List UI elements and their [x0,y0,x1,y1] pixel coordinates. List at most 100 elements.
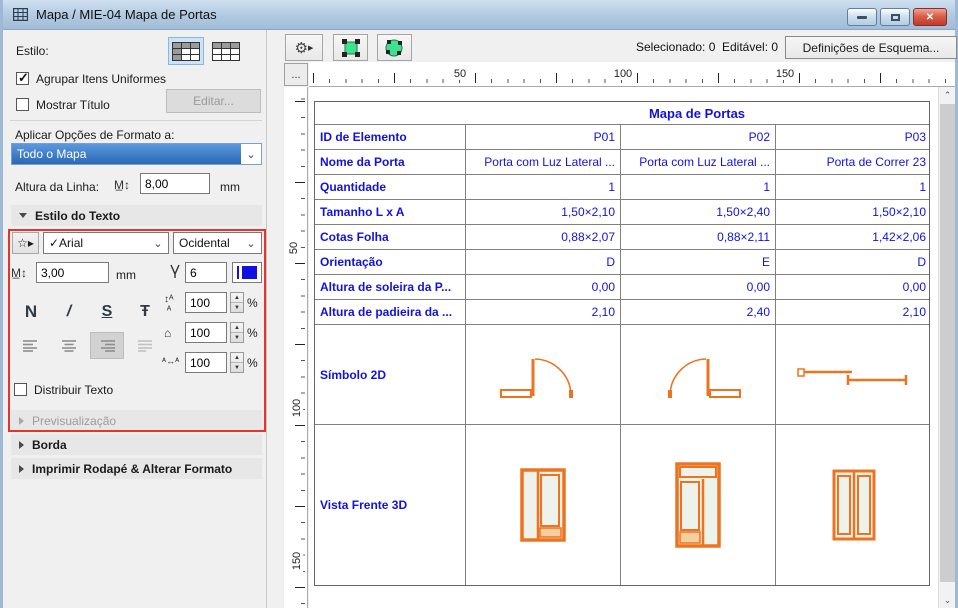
gear-icon: ⚙ [295,39,308,57]
group-uniform-label: Agrupar Itens Uniformes [36,72,166,86]
style-label: Estilo: [16,44,49,58]
font-size-input[interactable] [36,262,109,283]
width-factor-spinner[interactable]: ▲▼ [230,322,244,343]
vertical-scrollbar[interactable]: ⌃ ⌄ [938,87,955,608]
align-justify-button[interactable] [128,332,162,359]
checkbox-unchecked-icon [14,383,27,396]
align-right-button[interactable] [90,332,124,359]
door-swing-left-icon [648,346,748,404]
underline-button[interactable]: S [90,298,124,325]
width-factor-icon: ⌂ [164,326,171,340]
spin-down-icon[interactable]: ▼ [231,363,243,372]
border-section-header[interactable]: Borda [11,434,262,455]
font-family-dropdown[interactable]: ✓Arial ⌄ [43,232,169,254]
spin-up-icon[interactable]: ▲ [231,323,243,333]
select-element-button[interactable] [377,34,412,61]
panel-divider[interactable] [266,30,267,608]
row-label: Altura de padieira da ... [315,300,465,324]
checkbox-checked-icon [16,72,29,85]
cell-value: 1,50×2,40 [620,200,775,224]
tracking-input[interactable] [185,352,227,373]
edit-title-label: Editar... [193,94,234,108]
table-row: Altura de padieira da ... 2,10 2,40 2,10 [315,299,929,324]
row-height-unit: mm [220,180,250,194]
grid-style-1-icon [172,42,200,61]
row-height-input[interactable] [140,173,210,194]
distribute-text-checkbox[interactable]: Distribuir Texto [14,383,274,397]
chevron-down-icon: ⌄ [241,148,261,161]
scrollbar-thumb[interactable] [940,104,955,582]
italic-button[interactable]: / [52,298,86,325]
group-uniform-checkbox[interactable]: Agrupar Itens Uniformes [16,72,276,86]
minimize-button[interactable] [847,8,877,26]
spin-up-icon[interactable]: ▲ [231,353,243,363]
preview-section-header[interactable]: Previsualização [11,410,262,431]
front-view-p03 [775,425,931,585]
script-dropdown[interactable]: Ocidental ⌄ [173,232,262,254]
bold-button[interactable]: N [14,298,48,325]
edit-title-button[interactable]: Editar... [166,89,261,113]
text-style-section-label: Estilo do Texto [35,209,120,223]
h-ruler-label-50: 50 [452,68,468,80]
select-area-button[interactable] [333,34,368,61]
spin-down-icon[interactable]: ▼ [231,303,243,312]
favorites-button[interactable]: ☆▸ [12,232,39,254]
scroll-down-button[interactable]: ⌄ [940,592,955,608]
border-section-label: Borda [32,438,67,452]
cell-value: P03 [775,125,931,149]
spin-up-icon[interactable]: ▲ [231,293,243,303]
sliding-door-icon [794,361,914,389]
pen-color-bar [237,266,239,279]
align-right-icon [98,339,116,352]
cell-value: Porta com Luz Lateral ... [620,150,775,174]
text-style-highlight-frame [8,229,266,432]
settings-button[interactable]: ⚙ ▶ [285,34,323,61]
title-bar[interactable]: Mapa / MIE-04 Mapa de Portas ✕ [3,0,955,30]
cell-value: P02 [620,125,775,149]
marquee-circle-icon [385,39,404,57]
line-spacing-spinner[interactable]: ▲▼ [230,292,244,313]
table-row: Nome da Porta Porta com Luz Lateral ... … [315,149,929,174]
chevron-up-icon: ⌃ [944,90,952,101]
tracking-spinner[interactable]: ▲▼ [230,352,244,373]
minimize-icon [857,16,867,19]
cell-value: 0,00 [620,275,775,299]
table-row: Quantidade 1 1 1 [315,174,929,199]
symbol-2d-p01 [465,325,620,424]
cell-value: Porta de Correr 23 [775,150,931,174]
maximize-button[interactable] [880,8,910,26]
align-center-button[interactable] [52,332,86,359]
text-style-section-header[interactable]: Estilo do Texto [11,205,262,226]
ruler-options-button[interactable]: ... [284,63,308,86]
editable-value: 0 [771,40,778,54]
pen-color-button[interactable] [232,262,262,283]
cell-value: 0,88×2,07 [465,225,620,249]
strikethrough-button[interactable]: Ŧ [128,298,162,325]
v-ruler-label-100: 100 [291,397,303,419]
spin-down-icon[interactable]: ▼ [231,333,243,342]
pen-number-input[interactable] [185,262,227,283]
align-left-button[interactable] [14,332,48,359]
width-factor-input[interactable] [185,322,227,343]
style-grid-compact-button[interactable] [168,37,204,65]
width-factor-percent: % [247,326,261,340]
h-ruler-label-150: 150 [774,68,796,80]
scroll-up-button[interactable]: ⌃ [940,87,955,103]
line-spacing-input[interactable] [185,292,227,313]
symbol-2d-row: Símbolo 2D [315,324,929,424]
scheme-settings-label: Definições de Esquema... [803,41,940,55]
preview-section-label: Previsualização [32,414,116,428]
close-icon: ✕ [926,12,934,23]
close-button[interactable]: ✕ [913,8,947,26]
bold-glyph: N [25,302,37,322]
editable-label: Editável: [722,40,768,54]
horizontal-ruler[interactable]: 50 100 150 [309,62,955,87]
footer-section-header[interactable]: Imprimir Rodapé & Alterar Formato [11,458,262,479]
cell-value: Porta com Luz Lateral ... [465,150,620,174]
schedule-drawing-area[interactable]: Mapa de Portas ID de Elemento P01 P02 P0… [309,87,938,608]
style-grid-wide-button[interactable] [208,37,244,65]
apply-format-dropdown[interactable]: Todo o Mapa ⌄ [11,143,262,165]
chevron-down-icon: ⌄ [241,237,261,250]
scheme-settings-button[interactable]: Definições de Esquema... [785,36,957,59]
vertical-ruler[interactable]: 50 100 150 [284,87,308,608]
